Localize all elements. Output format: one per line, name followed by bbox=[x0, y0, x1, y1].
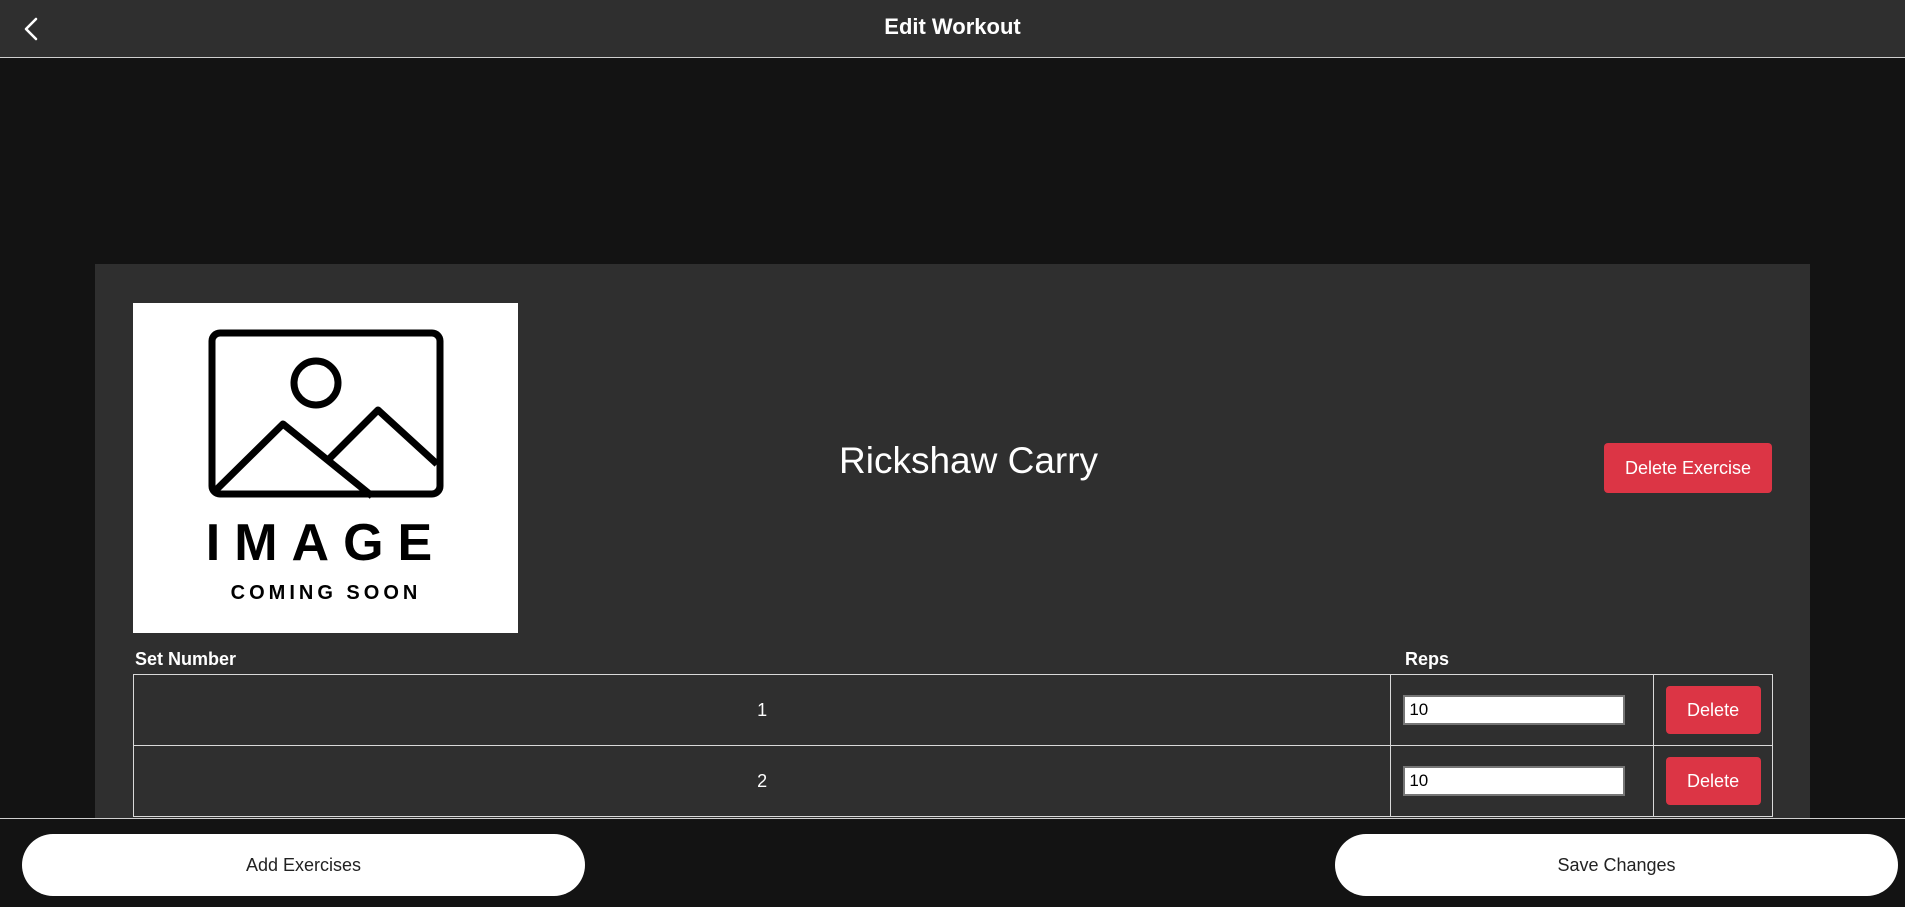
image-placeholder-subtitle: COMING SOON bbox=[231, 582, 422, 604]
delete-set-button[interactable]: Delete bbox=[1665, 686, 1761, 734]
table-row: 1 Delete bbox=[132, 674, 1773, 746]
reps-cell bbox=[1390, 674, 1655, 746]
set-number-cell: 2 bbox=[132, 745, 1392, 817]
table-row: 2 Delete bbox=[132, 745, 1773, 817]
exercise-name: Rickshaw Carry bbox=[839, 440, 1099, 481]
exercise-image: IMAGE COMING SOON bbox=[133, 303, 518, 633]
reps-input[interactable] bbox=[1403, 766, 1626, 796]
page-title: Edit Workout bbox=[884, 14, 1021, 39]
reps-input[interactable] bbox=[1403, 695, 1626, 725]
delete-exercise-button[interactable]: Delete Exercise bbox=[1604, 443, 1772, 493]
delete-set-button[interactable]: Delete bbox=[1665, 757, 1761, 805]
save-changes-button[interactable]: Save Changes bbox=[1335, 834, 1898, 896]
bottom-bar: Add Exercises Save Changes bbox=[0, 818, 1905, 907]
image-placeholder-title: IMAGE bbox=[206, 514, 446, 572]
reps-cell bbox=[1390, 745, 1655, 817]
delete-cell: Delete bbox=[1653, 745, 1773, 817]
set-number-cell: 1 bbox=[132, 674, 1392, 746]
column-header-set-number: Set Number bbox=[135, 649, 237, 669]
sets-table: 1 Delete 2 Delete bbox=[132, 674, 1773, 817]
top-bar: Edit Workout bbox=[0, 0, 1905, 58]
delete-cell: Delete bbox=[1653, 674, 1773, 746]
column-header-reps: Reps bbox=[1405, 649, 1450, 669]
add-exercises-button[interactable]: Add Exercises bbox=[22, 834, 585, 896]
exercise-card: IMAGE COMING SOON Rickshaw Carry Delete … bbox=[95, 264, 1810, 824]
